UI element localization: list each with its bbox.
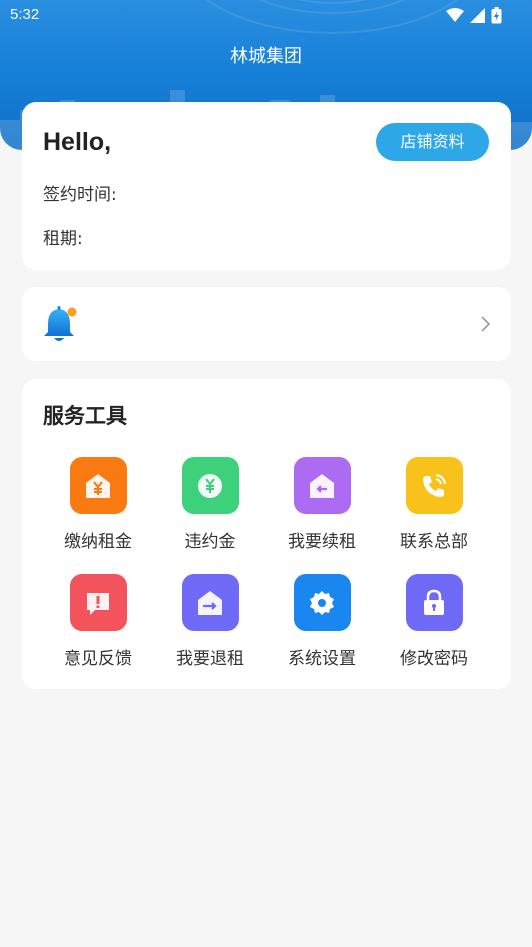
section-title: 服务工具 [43,404,127,428]
system-settings-button[interactable]: 系统设置 [266,574,378,669]
settings-icon [293,574,351,631]
renew-lease-button[interactable]: 我要续租 [266,457,378,552]
greeting-text: Hello, [43,128,112,156]
pay-rent-icon [69,457,127,514]
store-info-button[interactable]: 店铺资料 [376,123,489,161]
contact-hq-label: 联系总部 [400,532,468,552]
notification-bar[interactable] [22,287,511,361]
wifi-icon [446,8,464,22]
feedback-icon [69,574,127,631]
bell-icon [44,306,77,341]
service-tools-card: 服务工具 缴纳租金 违约金 我要续租 联系总部 意见反馈 我要退租 系统设置 修… [22,379,511,689]
pay-rent-button[interactable]: 缴纳租金 [42,457,154,552]
tenant-info-card: Hello, 店铺资料 签约时间: 租期: [22,102,511,270]
penalty-label: 违约金 [184,532,236,552]
feedback-button[interactable]: 意见反馈 [42,574,154,669]
sign-time-label: 签约时间: [43,185,117,205]
battery-icon [491,7,502,24]
penalty-button[interactable]: 违约金 [154,457,266,552]
penalty-icon [181,457,239,514]
signal-icon [470,8,485,23]
terminate-lease-button[interactable]: 我要退租 [154,574,266,669]
phone-icon [405,457,463,514]
page-title: 林城集团 [230,46,302,67]
change-password-button[interactable]: 修改密码 [378,574,490,669]
renew-lease-icon [293,457,351,514]
status-time: 5:32 [10,6,40,23]
lease-term-label: 租期: [43,229,83,249]
terminate-lease-label: 我要退租 [176,649,244,669]
chevron-right-icon [481,316,491,332]
terminate-lease-icon [181,574,239,631]
renew-lease-label: 我要续租 [288,532,356,552]
contact-hq-button[interactable]: 联系总部 [378,457,490,552]
pay-rent-label: 缴纳租金 [64,532,132,552]
lock-icon [405,574,463,631]
feedback-label: 意见反馈 [64,649,132,669]
system-settings-label: 系统设置 [288,649,356,669]
change-password-label: 修改密码 [400,649,468,669]
status-bar: 5:32 [0,0,532,30]
